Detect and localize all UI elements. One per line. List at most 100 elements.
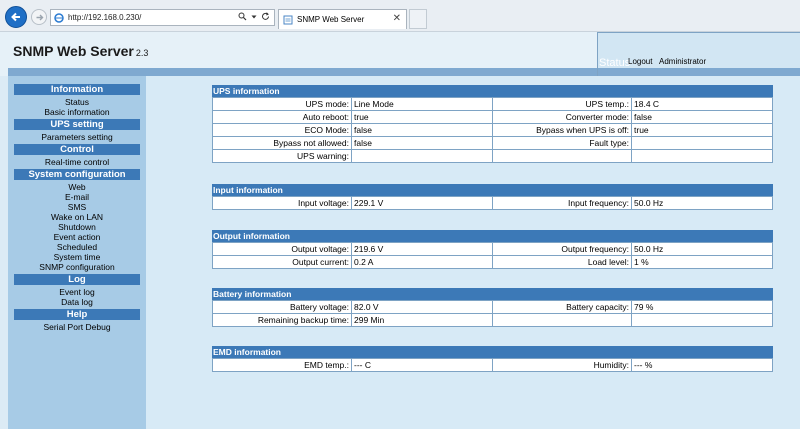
battery-information-title: Battery information — [212, 288, 773, 300]
search-icon[interactable] — [238, 12, 247, 21]
bypass-when-off-value: true — [631, 123, 773, 137]
emd-information-panel: EMD information EMD temp.: --- C Humidit… — [212, 346, 773, 372]
tab-title: SNMP Web Server — [297, 15, 365, 24]
output-frequency-value: 50.0 Hz — [631, 242, 773, 256]
menu-section-ups-setting[interactable]: UPS setting — [14, 119, 140, 130]
menu-item-real-time-control[interactable]: Real-time control — [14, 157, 140, 167]
menu-item-sms[interactable]: SMS — [14, 202, 140, 212]
auto-reboot-value: true — [351, 110, 493, 124]
emd-temp-label: EMD temp.: — [212, 358, 352, 372]
bypass-not-allowed-label: Bypass not allowed: — [212, 136, 352, 150]
menu-item-snmp-configuration[interactable]: SNMP configuration — [14, 262, 140, 272]
input-information-panel: Input information Input voltage: 229.1 V… — [212, 184, 773, 210]
empty-label — [492, 313, 632, 327]
eco-mode-value: false — [351, 123, 493, 137]
menu-section-information[interactable]: Information — [14, 84, 140, 95]
main-content: UPS information UPS mode: Line Mode UPS … — [146, 76, 800, 429]
sidebar-menu: Information Status Basic information UPS… — [8, 76, 146, 332]
output-voltage-label: Output voltage: — [212, 242, 352, 256]
menu-item-shutdown[interactable]: Shutdown — [14, 222, 140, 232]
bypass-when-off-label: Bypass when UPS is off: — [492, 123, 632, 137]
load-level-value: 1 % — [631, 255, 773, 269]
input-frequency-value: 50.0 Hz — [631, 196, 773, 210]
user-name: Administrator — [659, 57, 707, 66]
fault-type-value — [631, 136, 773, 150]
table-row: UPS mode: Line Mode UPS temp.: 18.4 C — [212, 97, 773, 111]
battery-information-panel: Battery information Battery voltage: 82.… — [212, 288, 773, 327]
table-row: EMD temp.: --- C Humidity: --- % — [212, 358, 773, 372]
menu-item-scheduled[interactable]: Scheduled — [14, 242, 140, 252]
output-current-value: 0.2 A — [351, 255, 493, 269]
back-button[interactable] — [5, 6, 27, 28]
ie-page-icon — [54, 12, 64, 23]
menu-item-serial-port-debug[interactable]: Serial Port Debug — [14, 322, 140, 332]
menu-item-web[interactable]: Web — [14, 182, 140, 192]
menu-section-system-configuration[interactable]: System configuration — [14, 169, 140, 180]
table-row: Remaining backup time: 299 Min — [212, 313, 773, 327]
menu-item-event-log[interactable]: Event log — [14, 287, 140, 297]
humidity-label: Humidity: — [492, 358, 632, 372]
input-information-title: Input information — [212, 184, 773, 196]
menu-item-parameters-setting[interactable]: Parameters setting — [14, 132, 140, 142]
tab-close-icon[interactable]: ✕ — [393, 13, 401, 24]
remaining-backup-label: Remaining backup time: — [212, 313, 352, 327]
emd-temp-value: --- C — [351, 358, 493, 372]
converter-mode-label: Converter mode: — [492, 110, 632, 124]
emd-information-table: EMD temp.: --- C Humidity: --- % — [212, 358, 773, 372]
menu-item-wake-on-lan[interactable]: Wake on LAN — [14, 212, 140, 222]
header-divider — [8, 68, 598, 76]
empty-label — [492, 149, 632, 163]
ups-information-panel: UPS information UPS mode: Line Mode UPS … — [212, 85, 773, 163]
table-row: UPS warning: — [212, 149, 773, 163]
forward-button[interactable] — [31, 9, 47, 25]
address-url: http://192.168.0.230/ — [68, 13, 142, 22]
sidebar: Information Status Basic information UPS… — [8, 76, 146, 429]
table-row: Auto reboot: true Converter mode: false — [212, 110, 773, 124]
new-tab-button[interactable] — [409, 9, 427, 29]
menu-item-event-action[interactable]: Event action — [14, 232, 140, 242]
output-information-panel: Output information Output voltage: 219.6… — [212, 230, 773, 269]
auto-reboot-label: Auto reboot: — [212, 110, 352, 124]
output-frequency-label: Output frequency: — [492, 242, 632, 256]
menu-section-control[interactable]: Control — [14, 144, 140, 155]
ups-information-table: UPS mode: Line Mode UPS temp.: 18.4 C Au… — [212, 97, 773, 163]
menu-item-data-log[interactable]: Data log — [14, 297, 140, 307]
logout-link[interactable]: Logout — [628, 57, 652, 66]
bypass-not-allowed-value: false — [351, 136, 493, 150]
battery-voltage-label: Battery voltage: — [212, 300, 352, 314]
input-information-table: Input voltage: 229.1 V Input frequency: … — [212, 196, 773, 210]
ups-information-title: UPS information — [212, 85, 773, 97]
ups-mode-label: UPS mode: — [212, 97, 352, 111]
address-bar[interactable]: http://192.168.0.230/ — [50, 9, 275, 26]
eco-mode-label: ECO Mode: — [212, 123, 352, 137]
app-version: 2.3 — [135, 48, 149, 58]
table-row: Output current: 0.2 A Load level: 1 % — [212, 255, 773, 269]
menu-item-status[interactable]: Status — [14, 97, 140, 107]
browser-toolbar: http://192.168.0.230/ SNMP Web Server ✕ — [0, 0, 800, 32]
battery-capacity-label: Battery capacity: — [492, 300, 632, 314]
ups-warning-label: UPS warning: — [212, 149, 352, 163]
battery-voltage-value: 82.0 V — [351, 300, 493, 314]
app-title-text: SNMP Web Server — [13, 43, 134, 59]
tab-page-icon — [283, 15, 293, 24]
back-arrow-icon — [11, 12, 20, 22]
status-panel: Status Logout Administrator — [597, 32, 800, 76]
humidity-value: --- % — [631, 358, 773, 372]
menu-section-log[interactable]: Log — [14, 274, 140, 285]
menu-item-system-time[interactable]: System time — [14, 252, 140, 262]
table-row: Input voltage: 229.1 V Input frequency: … — [212, 196, 773, 210]
emd-information-title: EMD information — [212, 346, 773, 358]
ups-temp-value: 18.4 C — [631, 97, 773, 111]
empty-value — [631, 149, 773, 163]
menu-section-help[interactable]: Help — [14, 309, 140, 320]
menu-item-email[interactable]: E-mail — [14, 192, 140, 202]
table-row: ECO Mode: false Bypass when UPS is off: … — [212, 123, 773, 137]
app-title: SNMP Web Server 2.3 — [13, 43, 148, 59]
refresh-icon[interactable] — [261, 12, 270, 21]
ups-temp-label: UPS temp.: — [492, 97, 632, 111]
menu-item-basic-information[interactable]: Basic information — [14, 107, 140, 117]
output-current-label: Output current: — [212, 255, 352, 269]
browser-tab[interactable]: SNMP Web Server ✕ — [278, 9, 407, 29]
table-row: Output voltage: 219.6 V Output frequency… — [212, 242, 773, 256]
dropdown-arrow-icon[interactable] — [251, 14, 257, 20]
